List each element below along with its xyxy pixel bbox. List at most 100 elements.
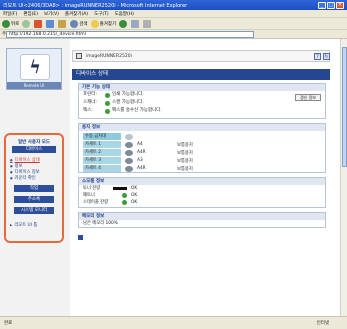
refresh-icon: [46, 19, 55, 28]
home-button[interactable]: [58, 19, 67, 28]
system-monitor-button[interactable]: 시스템 모니터: [14, 207, 54, 214]
cassette-icon: [125, 141, 133, 148]
cassette-icon: [125, 165, 133, 172]
scanner-status-label: 스캐너:: [83, 100, 97, 105]
back-arrow-icon: [2, 19, 10, 28]
paper-size: A4: [137, 142, 143, 147]
search-button[interactable]: 검색: [70, 19, 88, 28]
status-ok-icon: [122, 200, 127, 205]
menu-tools[interactable]: 도구(T): [94, 11, 109, 17]
stop-button[interactable]: [34, 19, 43, 28]
cassette-icon: [125, 149, 133, 156]
paper-type: 보통용지: [177, 142, 193, 148]
back-button[interactable]: 뒤로: [2, 19, 19, 28]
favorites-button[interactable]: 즐겨찾기: [90, 19, 117, 28]
memory-row: 남은 메모리 100%: [79, 220, 325, 227]
maximize-button[interactable]: □: [327, 1, 335, 9]
table-row: 카세트 3 A3 보통용지: [83, 157, 321, 164]
home-icon: [58, 19, 67, 28]
print-button[interactable]: [143, 19, 152, 28]
main-pane: imageRUNNER2520i ? ↻ 디바이스 상태 기본 기능 상태 갱신…: [72, 39, 340, 316]
url-input[interactable]: http://192.168.0.215/_device.html: [6, 30, 254, 38]
favorites-label: 즐겨찾기: [99, 21, 117, 27]
stop-icon: [34, 19, 43, 28]
vertical-scrollbar[interactable]: [340, 39, 347, 316]
status-ok-icon: [105, 108, 110, 114]
scanner-status-row: 스캐너: 스캔 가능합니다.: [79, 99, 325, 107]
scrollbar-thumb[interactable]: [342, 47, 347, 167]
paper-type: 보통용지: [177, 158, 193, 164]
waste-toner-value: OK: [131, 193, 138, 198]
memory-panel: 메모리 정보 남은 메모리 100%: [78, 212, 326, 228]
left-pane: ϟ Remote UI 일반 사용자 모드 디바이스 디바이스 상태 정보 디바…: [0, 39, 70, 316]
mail-button[interactable]: [131, 19, 140, 28]
toner-level-bar: [113, 187, 127, 190]
page-content: ϟ Remote UI 일반 사용자 모드 디바이스 디바이스 상태 정보 디바…: [0, 39, 340, 316]
paper-size: A3: [137, 158, 143, 163]
scanner-status-value: 스캔 가능합니다.: [112, 100, 144, 105]
menu-view[interactable]: 보기(V): [44, 11, 59, 17]
job-button[interactable]: 작업: [14, 185, 54, 192]
menu-edit[interactable]: 편집(E): [23, 11, 38, 17]
printer-status-label: 프린터:: [83, 92, 97, 97]
printer-icon: [76, 53, 82, 59]
device-header: imageRUNNER2520i: [72, 50, 330, 62]
table-row: 카세트 4 A4R 보통용지: [83, 165, 321, 172]
address-bar: 주소(D) http://192.168.0.215/_device.html …: [0, 30, 347, 39]
menu-bar: 파일(F) 편집(E) 보기(V) 즐겨찾기(A) 도구(T) 도움말(H): [0, 10, 347, 18]
paper-source: 카세트 1: [83, 141, 121, 148]
paper-table: 수동 급지대 카세트 1 A4 보통용지 카세트 2 A4R 보통용지 카세트 …: [83, 133, 321, 172]
media-button[interactable]: [119, 19, 128, 28]
status-bar: 완료 인터넷: [0, 316, 347, 329]
printer-status-value: 인쇄 가능합니다.: [112, 92, 144, 97]
menu-file[interactable]: 파일(F): [3, 11, 17, 17]
nav-counter-check[interactable]: 카운터 확인: [10, 175, 60, 181]
consumables-caption: 소모품 정보: [79, 178, 325, 185]
help-icon[interactable]: ?: [314, 53, 321, 60]
remote-ui-mark-icon: ϟ: [20, 54, 50, 80]
paper-source: 카세트 3: [83, 157, 121, 164]
browser-toolbar: 뒤로 검색 즐겨찾기: [0, 18, 347, 30]
device-name: imageRUNNER2520i: [86, 53, 132, 59]
address-book-button[interactable]: 주소록: [14, 196, 54, 203]
page-marker-icon: [78, 235, 83, 240]
paper-type: 보통용지: [177, 150, 193, 156]
fax-status-label: 팩스:: [83, 108, 93, 113]
search-label: 검색: [79, 21, 88, 27]
waste-toner-row: 폐토너 OK: [79, 192, 325, 199]
logo-caption: Remote UI: [7, 82, 61, 89]
device-mode-button[interactable]: 디바이스: [12, 146, 56, 153]
refresh-info-button[interactable]: 갱신 정보: [295, 94, 321, 101]
staple-label: 스테이플 잔량: [83, 200, 109, 205]
toner-row: 토너 잔량 OK: [79, 185, 325, 192]
media-icon: [119, 19, 128, 28]
refresh-button[interactable]: [46, 19, 55, 28]
forward-button[interactable]: [22, 19, 31, 28]
paper-info-caption: 용지 정보: [79, 124, 325, 131]
paper-size: A4R: [137, 166, 146, 171]
close-button[interactable]: ×: [336, 1, 344, 9]
minimize-button[interactable]: _: [318, 1, 326, 9]
consumables-panel: 소모품 정보 토너 잔량 OK 폐토너 OK 스테이플 잔량 OK: [78, 177, 326, 208]
staple-value: OK: [131, 200, 138, 205]
mail-icon: [131, 19, 140, 28]
refresh-page-icon[interactable]: ↻: [323, 53, 330, 60]
paper-source: 수동 급지대: [83, 133, 121, 140]
paper-type: 보통용지: [177, 166, 193, 172]
toner-label: 토너 잔량: [83, 186, 101, 191]
table-row: 카세트 1 A4 보통용지: [83, 141, 321, 148]
star-icon: [90, 19, 99, 28]
forward-arrow-icon: [22, 19, 31, 28]
menu-favorites[interactable]: 즐겨찾기(A): [65, 11, 88, 17]
remote-ui-top-link[interactable]: 리모트 UI 톱: [10, 222, 37, 228]
side-nav: 디바이스 상태 정보 디바이스 정보 카운터 확인: [10, 157, 60, 181]
paper-source: 카세트 4: [83, 165, 121, 172]
toner-value: OK: [131, 186, 138, 191]
basic-status-caption: 기본 기능 상태: [79, 84, 325, 91]
menu-help[interactable]: 도움말(H): [115, 11, 134, 17]
print-icon: [143, 19, 152, 28]
window-titlebar: 리모트 UI<2406/3DA8> : imageRUNNER2520i - M…: [0, 0, 347, 10]
user-mode-title: 일반 사용자 모드: [17, 140, 51, 145]
status-ok-icon: [105, 100, 110, 106]
remote-ui-logo[interactable]: ϟ Remote UI: [6, 48, 62, 90]
